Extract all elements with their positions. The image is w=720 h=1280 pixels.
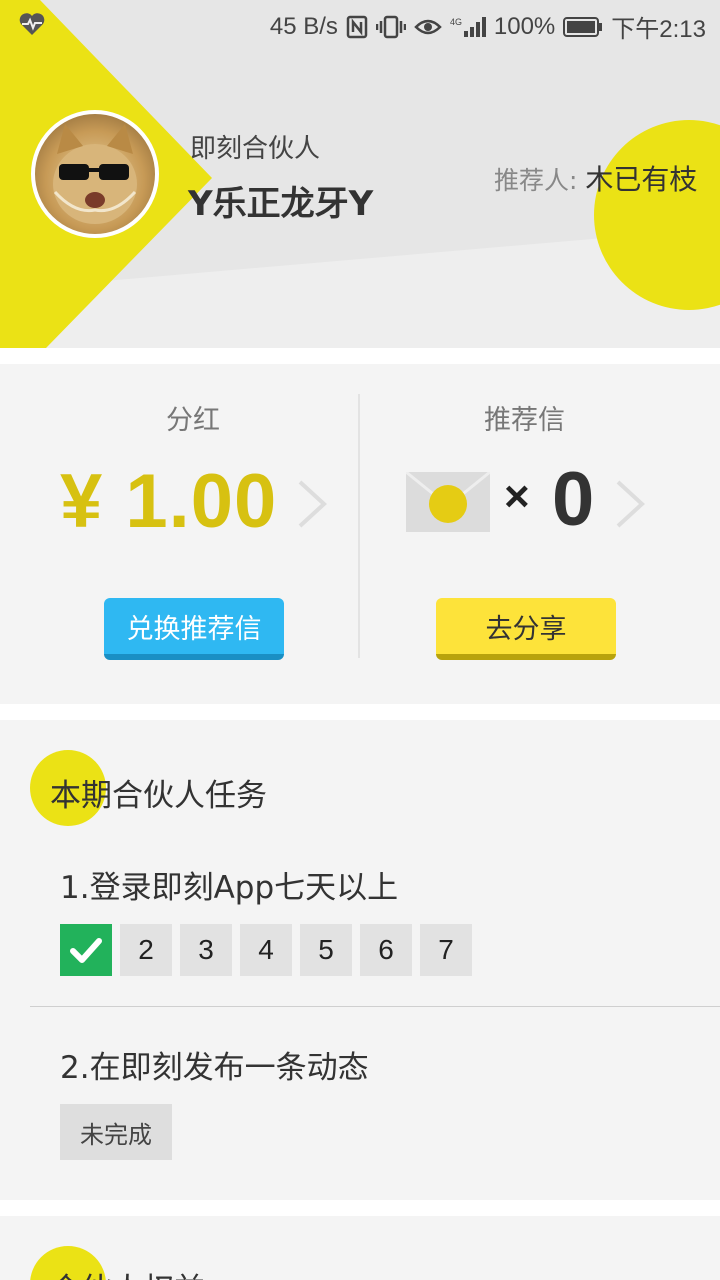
day-box: 7 bbox=[420, 924, 472, 976]
day-1-checked bbox=[60, 924, 112, 976]
user-nickname: Y乐正龙牙Y bbox=[188, 184, 374, 224]
day-box: 2 bbox=[120, 924, 172, 976]
checkmark-icon bbox=[70, 938, 102, 963]
referrer-name[interactable]: 木已有枝 bbox=[585, 163, 697, 196]
column-divider bbox=[358, 394, 360, 658]
exchange-letter-button[interactable]: 兑换推荐信 bbox=[104, 598, 284, 660]
dividend-amount[interactable]: ¥ 1.00 bbox=[60, 458, 277, 545]
day-box: 3 bbox=[180, 924, 232, 976]
multiply-sign: × bbox=[504, 472, 530, 521]
task-status-badge: 未完成 bbox=[60, 1104, 172, 1160]
task-2-title: 2.在即刻发布一条动态 bbox=[60, 1050, 369, 1086]
eye-icon bbox=[414, 19, 442, 34]
heart-pulse-icon bbox=[19, 13, 45, 35]
rewards-card: 分红 ¥ 1.00 兑换推荐信 推荐信 × 0 去分享 bbox=[0, 364, 720, 704]
share-button[interactable]: 去分享 bbox=[436, 598, 616, 660]
svg-text:4G: 4G bbox=[450, 17, 462, 27]
envelope-icon[interactable] bbox=[406, 472, 490, 532]
day-box: 4 bbox=[240, 924, 292, 976]
clock: 下午2:13 bbox=[611, 16, 706, 43]
partner-benefits-card: 合伙人权益 bbox=[0, 1216, 720, 1280]
task-1-title: 1.登录即刻App七天以上 bbox=[60, 870, 399, 906]
signal-4g-icon: 4G bbox=[450, 16, 486, 37]
day-box: 6 bbox=[360, 924, 412, 976]
letter-count[interactable]: 0 bbox=[552, 456, 594, 543]
battery-percent: 100% bbox=[493, 12, 556, 40]
cat-avatar-image bbox=[53, 124, 137, 224]
profile-header: 45 B/s 4G 100% 下午2:13 即刻合伙人 Y乐正龙牙Y 推荐人: … bbox=[0, 0, 720, 348]
letters-title: 推荐信 bbox=[484, 405, 565, 436]
status-bar: 45 B/s 4G 100% 下午2:13 bbox=[0, 0, 720, 50]
section-title: 本期合伙人任务 bbox=[50, 778, 267, 814]
chevron-right-icon[interactable] bbox=[294, 478, 328, 530]
vibrate-icon bbox=[375, 15, 406, 38]
referrer-info: 推荐人: 木已有枝 bbox=[494, 158, 697, 198]
battery-icon bbox=[563, 16, 603, 37]
day-box: 5 bbox=[300, 924, 352, 976]
partner-role: 即刻合伙人 bbox=[190, 134, 321, 164]
dividend-title: 分红 bbox=[166, 405, 220, 436]
section-title: 合伙人权益 bbox=[50, 1264, 205, 1280]
referrer-label: 推荐人: bbox=[494, 166, 578, 195]
avatar[interactable] bbox=[31, 110, 159, 238]
partner-tasks-card: 本期合伙人任务 1.登录即刻App七天以上 2 3 4 5 6 7 2.在即刻发… bbox=[0, 720, 720, 1200]
nfc-icon bbox=[346, 15, 368, 38]
chevron-right-icon[interactable] bbox=[612, 478, 646, 530]
network-speed: 45 B/s bbox=[269, 12, 338, 40]
task-divider bbox=[30, 1006, 720, 1007]
